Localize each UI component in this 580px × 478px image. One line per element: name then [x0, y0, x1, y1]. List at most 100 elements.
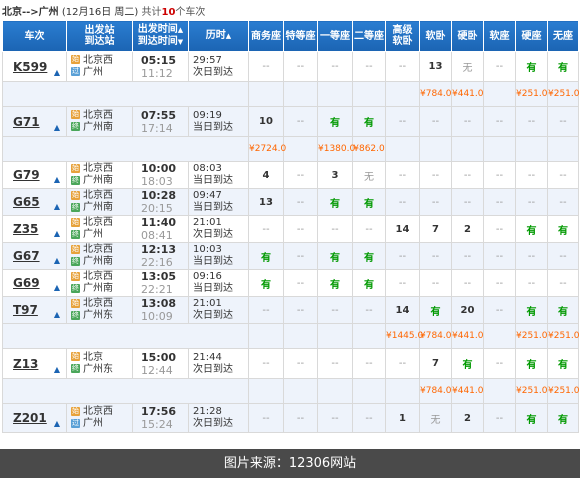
- train-link[interactable]: G67: [13, 249, 40, 263]
- seat-availability[interactable]: 有: [547, 296, 579, 324]
- seat-availability[interactable]: 3: [317, 161, 353, 189]
- arrival-day: 当日到达: [193, 121, 233, 133]
- seat-availability[interactable]: 4: [248, 161, 284, 189]
- seat-availability[interactable]: 7: [419, 215, 452, 243]
- expand-arrow-icon[interactable]: ▲: [54, 68, 60, 77]
- seat-availability[interactable]: 有: [317, 242, 353, 270]
- table-row[interactable]: Z201 ▲ 始北京西过广州 17:56 15:24 21:28 次日到达 -- -- -- -- 1…: [2, 403, 579, 433]
- seat-availability: --: [483, 188, 516, 216]
- table-row[interactable]: G79 ▲ 始北京西终广州南 10:00 18:03 08:03 当日到达 4 -- 3 无 -- --…: [2, 161, 579, 189]
- seat-availability[interactable]: 10: [248, 106, 284, 137]
- train-number[interactable]: G67 ▲: [2, 242, 67, 270]
- seat-availability[interactable]: 14: [385, 215, 420, 243]
- expand-arrow-icon[interactable]: ▲: [54, 256, 60, 265]
- seat-price: ¥251.0: [515, 323, 548, 349]
- train-link[interactable]: G65: [13, 195, 40, 209]
- duration-text: 09:47: [193, 190, 222, 201]
- train-number[interactable]: Z13 ▲: [2, 348, 67, 379]
- seat-availability[interactable]: 有: [451, 348, 484, 379]
- seat-availability[interactable]: 无: [352, 161, 386, 189]
- seat-availability[interactable]: 有: [317, 269, 353, 297]
- table-row[interactable]: G71 ▲ 始北京西终广州南 07:55 17:14 09:19 当日到达 10 -- 有有 -- -…: [2, 106, 579, 137]
- train-number[interactable]: G71 ▲: [2, 106, 67, 137]
- expand-arrow-icon[interactable]: ▲: [54, 175, 60, 184]
- seat-availability[interactable]: 有: [317, 106, 353, 137]
- train-link[interactable]: Z35: [13, 222, 38, 236]
- train-number[interactable]: T97 ▲: [2, 296, 67, 324]
- seat-availability[interactable]: 有: [547, 51, 579, 82]
- col-duration[interactable]: 历时▲: [188, 20, 249, 52]
- station-start-badge: 始: [71, 244, 80, 254]
- expand-arrow-icon[interactable]: ▲: [54, 419, 60, 428]
- seat-availability[interactable]: 有: [547, 215, 579, 243]
- duration-cell: 21:28 次日到达: [188, 403, 249, 433]
- table-row[interactable]: G67 ▲ 始北京西终广州南 12:13 22:16 10:03 当日到达有 -- 有有 -- --…: [2, 242, 579, 270]
- seat-availability[interactable]: 有: [352, 188, 386, 216]
- seat-price: [317, 81, 353, 107]
- seat-availability[interactable]: 有: [547, 348, 579, 379]
- seat-availability[interactable]: 1: [385, 403, 420, 433]
- seat-availability[interactable]: 2: [451, 403, 484, 433]
- seat-availability[interactable]: 有: [515, 215, 548, 243]
- seat-availability[interactable]: 有: [515, 51, 548, 82]
- seat-availability[interactable]: 有: [515, 296, 548, 324]
- seat-price: [248, 81, 284, 107]
- train-link[interactable]: G79: [13, 168, 40, 182]
- seat-availability[interactable]: 有: [352, 106, 386, 137]
- seat-availability[interactable]: 有: [248, 242, 284, 270]
- station-start-badge: 始: [71, 190, 80, 200]
- seat-availability: --: [515, 188, 548, 216]
- train-link[interactable]: T97: [13, 303, 38, 317]
- col-stations[interactable]: 出发站 到达站: [66, 20, 133, 52]
- train-number[interactable]: G79 ▲: [2, 161, 67, 189]
- table-row[interactable]: Z35 ▲ 始北京西终广州 11:40 08:41 21:01 次日到达 -- -- -- -- 14…: [2, 215, 579, 243]
- col-gjrw: 高级 软卧: [385, 20, 420, 52]
- expand-arrow-icon[interactable]: ▲: [54, 365, 60, 374]
- table-row[interactable]: Z13 ▲ 始北京终广州东 15:00 12:44 21:44 次日到达 -- -- -- -- --…: [2, 348, 579, 379]
- duration-cell: 29:57 次日到达: [188, 51, 249, 82]
- expand-arrow-icon[interactable]: ▲: [54, 123, 60, 132]
- table-row[interactable]: K599 ▲ 始北京西过广州 05:15 11:12 29:57 次日到达 -- -- -- -- -…: [2, 51, 579, 82]
- seat-price: ¥441.0: [451, 323, 484, 349]
- seat-availability[interactable]: 14: [385, 296, 420, 324]
- seat-availability[interactable]: 有: [515, 348, 548, 379]
- seat-availability[interactable]: 有: [352, 269, 386, 297]
- seat-availability[interactable]: 无: [451, 51, 484, 82]
- seat-availability[interactable]: 7: [419, 348, 452, 379]
- train-link[interactable]: Z201: [13, 411, 47, 425]
- train-link[interactable]: G71: [13, 115, 40, 129]
- train-number[interactable]: K599 ▲: [2, 51, 67, 82]
- train-number[interactable]: G69 ▲: [2, 269, 67, 297]
- seat-availability[interactable]: 2: [451, 215, 484, 243]
- train-link[interactable]: G69: [13, 276, 40, 290]
- col-times[interactable]: 出发时间▲ 到达时间▼: [132, 20, 189, 52]
- train-link[interactable]: K599: [13, 60, 47, 74]
- table-row[interactable]: G69 ▲ 始北京西终广州南 13:05 22:21 09:16 当日到达有 -- 有有 -- --…: [2, 269, 579, 297]
- seat-availability[interactable]: 13: [419, 51, 452, 82]
- seat-price: [385, 136, 420, 162]
- table-row[interactable]: G65 ▲ 始北京西终广州南 10:28 20:15 09:47 当日到达 13 -- 有有 -- -…: [2, 188, 579, 216]
- station-end-badge: 终: [71, 364, 80, 373]
- seat-availability[interactable]: 有: [419, 296, 452, 324]
- expand-arrow-icon[interactable]: ▲: [54, 202, 60, 211]
- train-link[interactable]: Z13: [13, 357, 38, 371]
- arrival-day: 次日到达: [193, 66, 233, 78]
- col-train[interactable]: 车次: [2, 20, 67, 52]
- seat-availability: --: [483, 296, 516, 324]
- train-number[interactable]: Z35 ▲: [2, 215, 67, 243]
- expand-arrow-icon[interactable]: ▲: [54, 283, 60, 292]
- seat-availability[interactable]: 有: [515, 403, 548, 433]
- station-end-badge: 终: [71, 229, 80, 239]
- expand-arrow-icon[interactable]: ▲: [54, 310, 60, 319]
- table-row[interactable]: T97 ▲ 始北京西终广州东 13:08 10:09 21:01 次日到达 -- -- -- -- 1…: [2, 296, 579, 324]
- seat-availability[interactable]: 有: [352, 242, 386, 270]
- seat-availability[interactable]: 有: [317, 188, 353, 216]
- train-number[interactable]: G65 ▲: [2, 188, 67, 216]
- seat-availability[interactable]: 有: [248, 269, 284, 297]
- train-number[interactable]: Z201 ▲: [2, 403, 67, 433]
- expand-arrow-icon[interactable]: ▲: [54, 229, 60, 238]
- seat-availability[interactable]: 有: [547, 403, 579, 433]
- seat-availability[interactable]: 无: [419, 403, 452, 433]
- seat-availability[interactable]: 20: [451, 296, 484, 324]
- seat-availability[interactable]: 13: [248, 188, 284, 216]
